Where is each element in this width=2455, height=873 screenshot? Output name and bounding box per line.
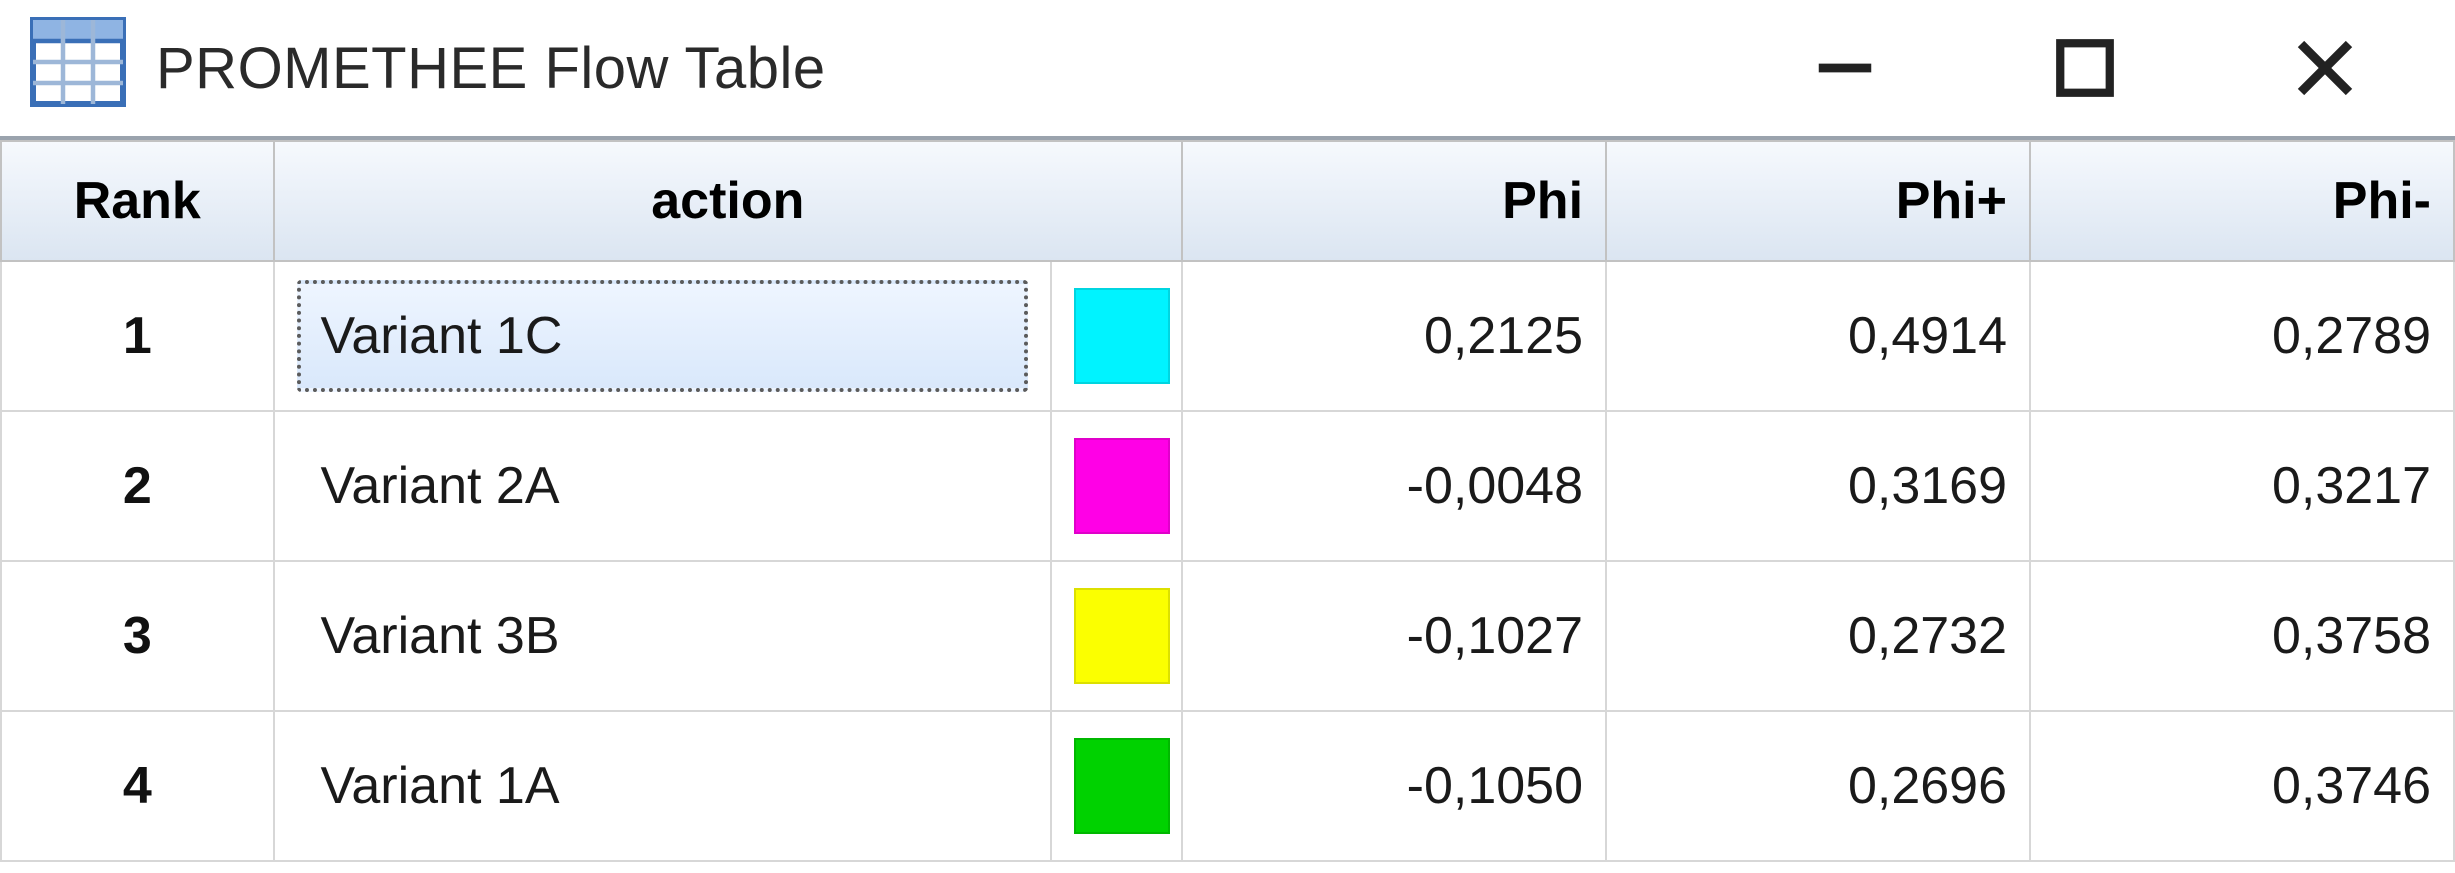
col-header-rank[interactable]: Rank	[1, 141, 274, 261]
rank-cell: 3	[1, 561, 274, 711]
titlebar: PROMETHEE Flow Table	[0, 0, 2455, 140]
phi-cell: -0,1027	[1182, 561, 1606, 711]
color-swatch	[1074, 288, 1170, 384]
phi-cell: -0,1050	[1182, 711, 1606, 861]
table-row[interactable]: 1Variant 1C 0,21250,49140,2789	[1, 261, 2454, 411]
col-header-phi[interactable]: Phi	[1182, 141, 1606, 261]
color-swatch-cell	[1051, 561, 1182, 711]
action-cell[interactable]: Variant 1C	[274, 261, 1051, 411]
table-icon	[30, 14, 126, 122]
phi-plus-cell: 0,2732	[1606, 561, 2030, 711]
rank-cell: 1	[1, 261, 274, 411]
table-row[interactable]: 2Variant 2A -0,00480,31690,3217	[1, 411, 2454, 561]
minimize-button[interactable]	[1805, 28, 1885, 108]
action-cell[interactable]: Variant 1A	[274, 711, 1051, 861]
action-cell[interactable]: Variant 3B	[274, 561, 1051, 711]
phi-plus-cell: 0,3169	[1606, 411, 2030, 561]
phi-cell: 0,2125	[1182, 261, 1606, 411]
rank-cell: 2	[1, 411, 274, 561]
phi-minus-cell: 0,3217	[2030, 411, 2454, 561]
action-cell[interactable]: Variant 2A	[274, 411, 1051, 561]
action-label: Variant 2A	[297, 430, 1028, 542]
table-row[interactable]: 4Variant 1A -0,10500,26960,3746	[1, 711, 2454, 861]
phi-minus-cell: 0,3746	[2030, 711, 2454, 861]
rank-cell: 4	[1, 711, 274, 861]
color-swatch	[1074, 588, 1170, 684]
window-root: PROMETHEE Flow Table Rank actio	[0, 0, 2455, 873]
phi-minus-cell: 0,2789	[2030, 261, 2454, 411]
window-controls	[1805, 28, 2445, 108]
action-label: Variant 1A	[297, 730, 1028, 842]
color-swatch	[1074, 738, 1170, 834]
phi-plus-cell: 0,4914	[1606, 261, 2030, 411]
phi-plus-cell: 0,2696	[1606, 711, 2030, 861]
color-swatch-cell	[1051, 411, 1182, 561]
action-label: Variant 1C	[297, 280, 1028, 392]
close-button[interactable]	[2285, 28, 2365, 108]
action-label: Variant 3B	[297, 580, 1028, 692]
col-header-action[interactable]: action	[274, 141, 1183, 261]
table-row[interactable]: 3Variant 3B -0,10270,27320,3758	[1, 561, 2454, 711]
flow-table[interactable]: Rank action Phi Phi+ Phi- 1Variant 1C 0,2…	[0, 140, 2455, 862]
phi-cell: -0,0048	[1182, 411, 1606, 561]
maximize-button[interactable]	[2045, 28, 2125, 108]
col-header-phi-minus[interactable]: Phi-	[2030, 141, 2454, 261]
table-header: Rank action Phi Phi+ Phi-	[1, 141, 2454, 261]
color-swatch-cell	[1051, 261, 1182, 411]
color-swatch-cell	[1051, 711, 1182, 861]
phi-minus-cell: 0,3758	[2030, 561, 2454, 711]
color-swatch	[1074, 438, 1170, 534]
col-header-phi-plus[interactable]: Phi+	[1606, 141, 2030, 261]
window-title: PROMETHEE Flow Table	[156, 35, 1805, 102]
